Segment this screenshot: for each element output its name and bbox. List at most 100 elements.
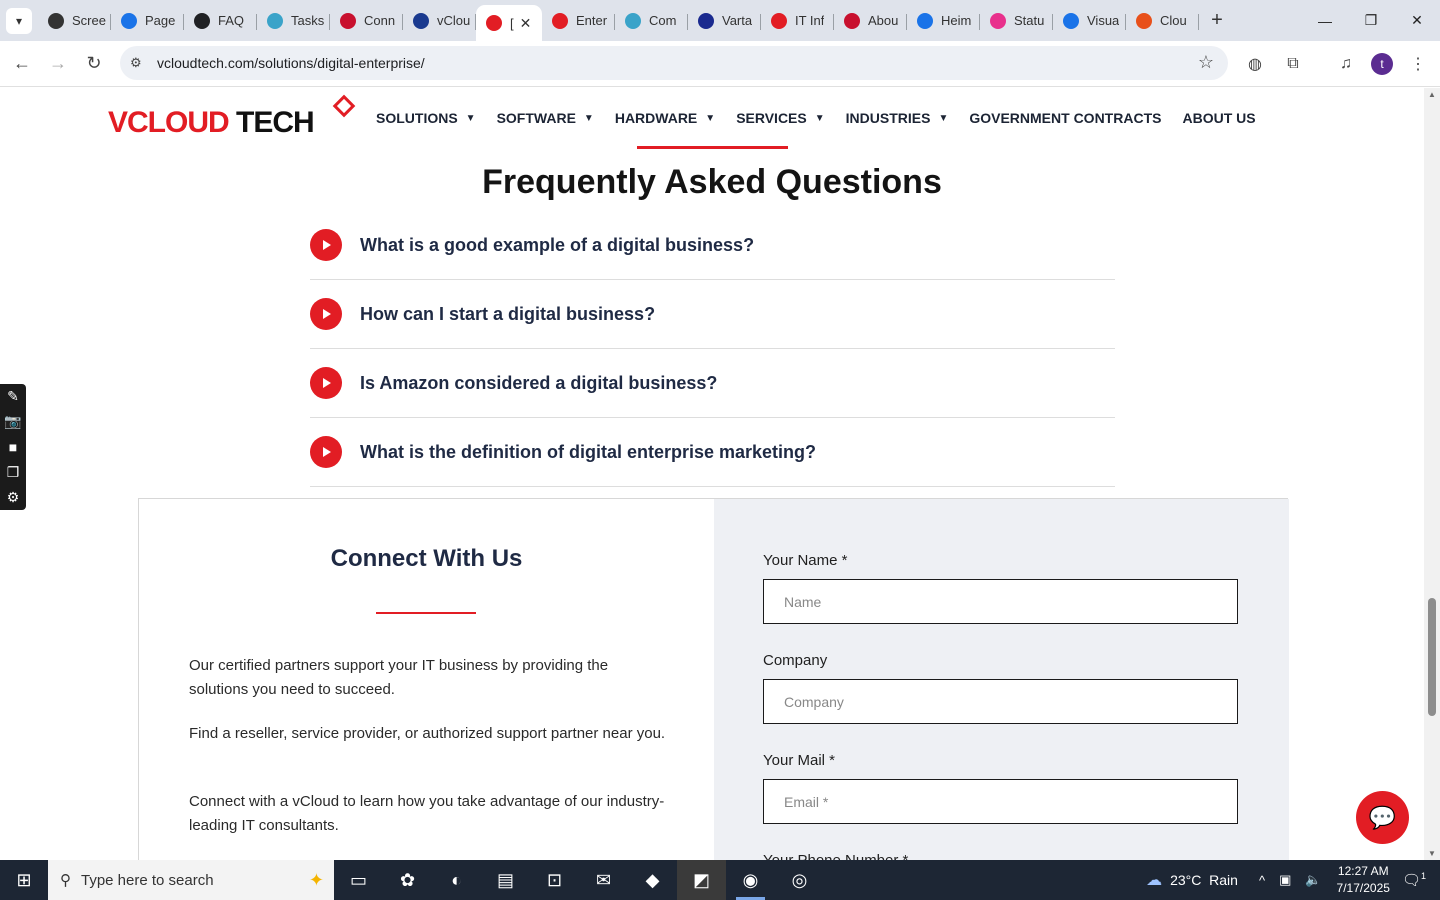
tab-label: FAQ — [218, 13, 245, 28]
nav-active-underline — [637, 146, 788, 149]
nav-item-software[interactable]: SOFTWARE ▼ — [497, 108, 594, 128]
menu-kebab-icon[interactable]: ⋮ — [1403, 41, 1433, 87]
minimize-button[interactable]: — — [1302, 0, 1348, 41]
nav-item-label: ABOUT US — [1182, 110, 1256, 126]
taskbar-search[interactable]: ⚲ Type here to search ✦ — [48, 860, 334, 900]
system-tray: ☁ 23°C Rain ^ ▣ 🔈 12:27 AM 7/17/2025 🗨1 — [1146, 860, 1440, 900]
chrome-icon[interactable]: ◉ — [726, 860, 775, 900]
address-bar[interactable]: ⚙ vcloudtech.com/solutions/digital-enter… — [120, 46, 1228, 80]
browser-tab[interactable]: vClou — [403, 5, 476, 37]
reload-button[interactable]: ↻ — [76, 46, 112, 82]
tab-search-button[interactable]: ▾ — [6, 7, 32, 34]
close-icon: ✕ — [1411, 12, 1423, 28]
notification-icon[interactable]: 🗨1 — [1402, 871, 1426, 889]
browser-tab[interactable]: Conn — [330, 5, 403, 37]
search-icon: ⚲ — [60, 872, 71, 889]
browser-tab[interactable]: Abou — [834, 5, 907, 37]
nav-item-services[interactable]: SERVICES ▼ — [736, 108, 824, 128]
faq-item[interactable]: How can I start a digital business? — [310, 280, 1115, 349]
file-explorer-icon[interactable]: ▤ — [481, 860, 530, 900]
tab-label: Tasks — [291, 13, 325, 28]
nav-item-label: GOVERNMENT CONTRACTS — [969, 110, 1162, 126]
name-input[interactable] — [763, 579, 1238, 624]
new-tab-button[interactable]: + — [1203, 7, 1231, 35]
scroll-up-icon[interactable]: ▲ — [1428, 90, 1436, 99]
sticky-notes-icon[interactable]: ◩ — [677, 860, 726, 900]
faq-item[interactable]: Is Amazon considered a digital business? — [310, 349, 1115, 418]
back-button[interactable]: ← — [4, 46, 40, 82]
media-controls-icon[interactable]: ♫ — [1331, 41, 1361, 87]
browser-tab[interactable]: Varta — [688, 5, 761, 37]
forward-button[interactable]: → — [40, 46, 76, 82]
gear-icon[interactable]: ⚙ — [7, 485, 20, 510]
email-input[interactable] — [763, 779, 1238, 824]
name-label: Your Name * — [763, 552, 848, 569]
connect-divider — [376, 612, 476, 614]
app-icon[interactable]: ◆ — [628, 860, 677, 900]
close-tab-icon[interactable]: ✕ — [520, 15, 532, 32]
nav-item-label: SOFTWARE — [496, 110, 576, 126]
browser-tab[interactable]: Com — [615, 5, 688, 37]
nav-item-solutions[interactable]: SOLUTIONS ▼ — [376, 108, 476, 128]
nav-item-about-us[interactable]: ABOUT US — [1182, 108, 1255, 128]
store-icon[interactable]: ⊡ — [530, 860, 579, 900]
chevron-down-icon: ▾ — [15, 13, 23, 28]
pencil-icon[interactable]: ✎ — [7, 384, 19, 409]
tab-favicon-icon — [771, 12, 787, 29]
tab-favicon-icon — [1136, 12, 1152, 29]
zoom-icon[interactable]: ◎ — [775, 860, 824, 900]
faq-item[interactable]: What is the definition of digital enterp… — [310, 418, 1115, 487]
browser-tab[interactable]: Clou — [1126, 5, 1199, 37]
scroll-down-icon[interactable]: ▼ — [1428, 849, 1436, 858]
vcloud-tech-logo[interactable]: VCLOUD TECH — [108, 94, 356, 144]
tab-favicon-icon — [121, 12, 137, 29]
edge-icon[interactable]: ◐ — [432, 860, 481, 900]
maximize-button[interactable]: ❐ — [1348, 0, 1394, 41]
mail-icon[interactable]: ✉ — [579, 860, 628, 900]
chevron-up-icon[interactable]: ^ — [1259, 873, 1265, 888]
browser-tab[interactable]: Tasks — [257, 5, 330, 37]
task-view-icon[interactable]: ▭ — [334, 860, 383, 900]
arrow-right-icon: → — [49, 53, 67, 73]
copy-window-icon[interactable]: ❐ — [7, 460, 20, 485]
nav-item-government-contracts[interactable]: GOVERNMENT CONTRACTS — [969, 108, 1161, 128]
copilot-icon[interactable]: ✿ — [383, 860, 432, 900]
volume-icon[interactable]: 🔈 — [1305, 872, 1321, 888]
network-icon[interactable]: ▣ — [1279, 872, 1291, 888]
nav-item-hardware[interactable]: HARDWARE ▼ — [615, 108, 715, 128]
notification-count: 1 — [1420, 871, 1426, 881]
scrollbar-thumb[interactable] — [1428, 598, 1436, 716]
connect-section: Connect With Us Our certified partners s… — [138, 498, 1289, 860]
browser-tab[interactable]: [✕ — [476, 5, 542, 41]
video-camera-icon[interactable]: ■ — [9, 434, 17, 459]
play-icon — [310, 229, 342, 261]
browser-tab[interactable]: Heim — [907, 5, 980, 37]
weather-temp: 23°C — [1170, 872, 1202, 888]
browser-tab[interactable]: FAQ — [184, 5, 257, 37]
faq-question: What is the definition of digital enterp… — [360, 441, 817, 462]
browser-tab[interactable]: Statu — [980, 5, 1053, 37]
faq-item[interactable]: What is a good example of a digital busi… — [310, 211, 1115, 280]
browser-tab[interactable]: IT Inf — [761, 5, 834, 37]
translate-icon[interactable]: ◍ — [1240, 41, 1270, 87]
browser-tab[interactable]: Scree — [38, 5, 111, 37]
camera-icon[interactable]: 📷 — [4, 409, 21, 434]
weather-widget[interactable]: ☁ 23°C Rain — [1146, 870, 1238, 890]
clock[interactable]: 12:27 AM 7/17/2025 — [1337, 863, 1390, 897]
nav-item-industries[interactable]: INDUSTRIES ▼ — [846, 108, 949, 128]
profile-button[interactable]: t — [1367, 41, 1397, 87]
browser-tab[interactable]: Enter — [542, 5, 615, 37]
start-button[interactable]: ⊞ — [0, 860, 48, 900]
url-text[interactable]: vcloudtech.com/solutions/digital-enterpr… — [157, 55, 425, 71]
close-window-button[interactable]: ✕ — [1394, 0, 1440, 41]
bookmark-star-icon[interactable]: ☆ — [1198, 52, 1214, 73]
browser-tab[interactable]: Visua — [1053, 5, 1126, 37]
tab-favicon-icon — [990, 12, 1006, 29]
site-info-icon[interactable]: ⚙ — [130, 55, 150, 71]
company-input[interactable] — [763, 679, 1238, 724]
page-scrollbar[interactable]: ▲ ▼ — [1424, 88, 1440, 860]
tab-label: [ — [510, 15, 514, 31]
chat-button[interactable]: 💬 — [1356, 791, 1409, 844]
extensions-icon[interactable]: ⧉ — [1278, 41, 1308, 87]
browser-tab[interactable]: Page — [111, 5, 184, 37]
